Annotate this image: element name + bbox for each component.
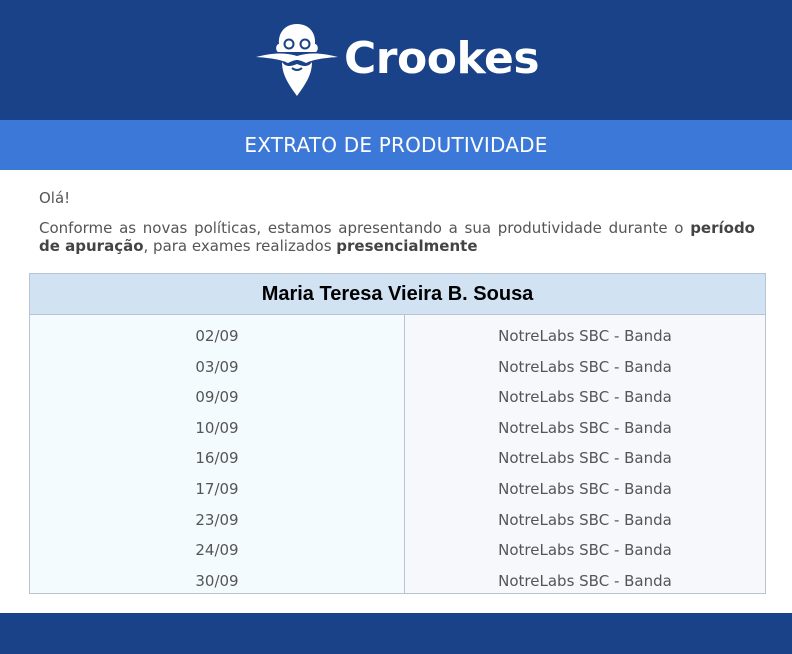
date-cell: 30/09: [195, 571, 239, 590]
location-cell: NotreLabs SBC - Banda: [498, 571, 672, 590]
date-cell: 09/09: [195, 388, 239, 407]
date-cell: 17/09: [195, 479, 239, 498]
email-footer: [0, 613, 792, 654]
greeting-text: Olá!: [39, 189, 71, 207]
date-cell: 02/09: [195, 327, 239, 345]
table-body: 02/09 03/09 09/09 10/09 16/09 17/09 23/0…: [30, 315, 765, 593]
professional-name: Maria Teresa Vieira B. Sousa: [261, 282, 534, 305]
date-cell: 10/09: [195, 418, 239, 437]
title-banner: EXTRATO DE PRODUTIVIDADE: [0, 120, 792, 170]
productivity-table: Maria Teresa Vieira B. Sousa 02/09 03/09…: [29, 273, 766, 594]
brand-name: Crookes: [344, 32, 540, 84]
location-cell: NotreLabs SBC - Banda: [498, 541, 672, 560]
location-cell: NotreLabs SBC - Banda: [498, 388, 672, 407]
location-cell: NotreLabs SBC - Banda: [498, 510, 672, 529]
brand-logo[interactable]: Crookes: [254, 20, 554, 98]
date-cell: 03/09: [195, 357, 239, 376]
location-cell: NotreLabs SBC - Banda: [498, 327, 672, 345]
intro-paragraph: Conforme as novas políticas, estamos apr…: [39, 219, 755, 255]
location-cell: NotreLabs SBC - Banda: [498, 479, 672, 498]
intro-text-2: , para exames realizados: [143, 237, 337, 255]
intro-bold-mode: presencialmente: [336, 237, 478, 255]
date-cell: 24/09: [195, 541, 239, 560]
banner-title: EXTRATO DE PRODUTIVIDADE: [244, 133, 548, 157]
location-cell: NotreLabs SBC - Banda: [498, 449, 672, 468]
date-cell: 16/09: [195, 449, 239, 468]
date-cell: 23/09: [195, 510, 239, 529]
email-header: Crookes: [0, 0, 792, 120]
location-cell: NotreLabs SBC - Banda: [498, 418, 672, 437]
locations-column: NotreLabs SBC - Banda NotreLabs SBC - Ba…: [405, 315, 765, 593]
location-cell: NotreLabs SBC - Banda: [498, 357, 672, 376]
dates-column: 02/09 03/09 09/09 10/09 16/09 17/09 23/0…: [30, 315, 405, 593]
table-header: Maria Teresa Vieira B. Sousa: [30, 274, 765, 315]
bearded-scientist-icon: [256, 24, 338, 96]
intro-text-1: Conforme as novas políticas, estamos apr…: [39, 219, 691, 237]
